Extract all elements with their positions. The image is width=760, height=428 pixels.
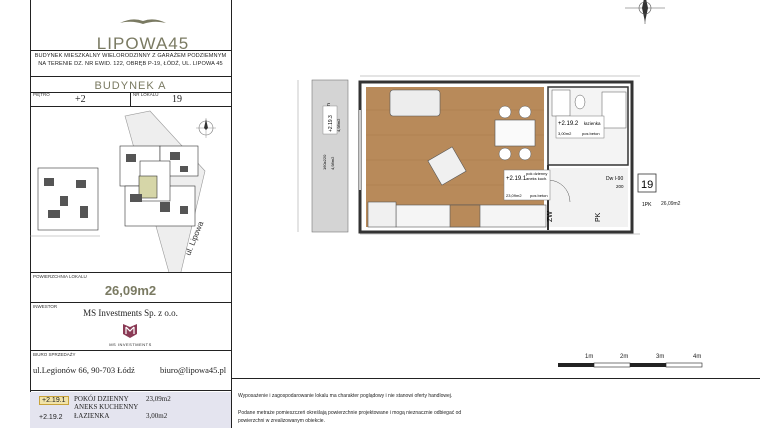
site-plan: ul. Lipowa — [30, 110, 216, 272]
door-label: Dw I-90 — [606, 176, 623, 182]
divider — [30, 76, 231, 77]
note-line: powierzchni w zrealizowanym obiekcie. — [238, 418, 325, 424]
room-id: +2.19.1 — [39, 396, 69, 405]
door-height: 200 — [616, 184, 624, 189]
scale-mark: 2m — [620, 354, 629, 360]
divider — [30, 350, 231, 351]
room-name-line: POKÓJ DZIENNY — [74, 395, 129, 403]
north-arrow-icon — [196, 118, 216, 138]
investor-logo-text: MS INVESTMENTS — [109, 342, 152, 347]
bath-name: łazienka — [584, 121, 601, 126]
divider — [130, 92, 131, 106]
room-id: +2.19.2 — [39, 414, 63, 421]
living-floor: pos beton — [530, 193, 548, 198]
scale-mark: 4m — [693, 354, 702, 360]
unit-label: NR LOKALU — [133, 92, 159, 97]
balcony-area: 4,98m2 — [336, 118, 341, 132]
floor-value: +2 — [75, 94, 86, 105]
unit-value: 19 — [172, 94, 182, 105]
note-line: Wyposażenie i zagospodarowanie lokalu ma… — [238, 393, 453, 399]
compass-icon — [625, 0, 665, 24]
scale-bar — [558, 362, 703, 368]
project-logo: LIPOWA45 — [88, 14, 198, 54]
floor-label: PIĘTRO — [33, 92, 50, 97]
building-name: BUDYNEK A — [94, 80, 167, 92]
area-value: 26,09m2 — [104, 283, 157, 298]
room-name: POKÓJ DZIENNY ANEKS KUCHENNY — [74, 395, 138, 411]
floor-plan: balkon +2.19.3 4,98m2 160x220 4,98m2 +2.… — [297, 75, 657, 235]
investor-value: MS Investments Sp. z o.o. — [83, 308, 178, 318]
description-line-2: NA TERENIE DZ. NR EWID. 122, OBRĘB P-19,… — [38, 61, 223, 67]
badge-rooms: 1PK — [642, 202, 652, 208]
divider — [232, 378, 760, 379]
pk-label: PK — [595, 212, 602, 222]
room-name-line: ANEKS KUCHENNY — [74, 403, 139, 411]
project-description: BUDYNEK MIESZKALNY WIELORODZINNY Z GARAŻ… — [30, 52, 231, 68]
bath-floor: pos beton — [582, 131, 600, 136]
balcony-id: +2.19.3 — [328, 115, 334, 132]
panel-right-border — [231, 0, 232, 428]
divider — [30, 302, 231, 303]
unit-badge: 19 — [641, 179, 653, 191]
room-area: 23,09m2 — [146, 395, 171, 403]
window-spec: 160x220 — [322, 154, 327, 170]
bath-area: 3,00m2 — [558, 131, 572, 136]
living-name-2: aneks kuch. — [526, 176, 547, 181]
room-list: +2.19.1 POKÓJ DZIENNY ANEKS KUCHENNY 23,… — [30, 392, 231, 428]
living-area: 23,09m2 — [506, 193, 522, 198]
scale-mark: 3m — [656, 354, 665, 360]
room-name: ŁAZIENKA — [74, 412, 110, 420]
logo-bird-icon — [120, 19, 166, 24]
divider — [30, 50, 231, 51]
zw-label: ZW — [547, 211, 554, 222]
scale-mark: 1m — [585, 354, 594, 360]
area-tag: 4,98m2 — [330, 156, 335, 170]
badge-area: 26,09m2 — [661, 201, 681, 207]
divider — [30, 272, 231, 273]
office-email: biuro@lipowa45.pl — [160, 365, 227, 375]
bath-id: +2.19.2 — [558, 121, 579, 127]
office-label: BIURO SPRZEDAŻY — [33, 352, 76, 357]
logo-text: LIPOWA45 — [96, 34, 190, 53]
description-line-1: BUDYNEK MIESZKALNY WIELORODZINNY Z GARAŻ… — [34, 53, 227, 59]
office-address: ul.Legionów 66, 90-703 Łódź — [33, 365, 135, 375]
investor-logo-icon — [123, 324, 137, 338]
room-area: 3,00m2 — [146, 412, 168, 420]
divider — [30, 390, 231, 391]
living-id: +2.19.1 — [506, 176, 527, 182]
note-line: Podane metraże pomieszczeń określają pow… — [238, 410, 462, 416]
area-label: POWIERZCHNIA LOKALU — [33, 274, 87, 279]
